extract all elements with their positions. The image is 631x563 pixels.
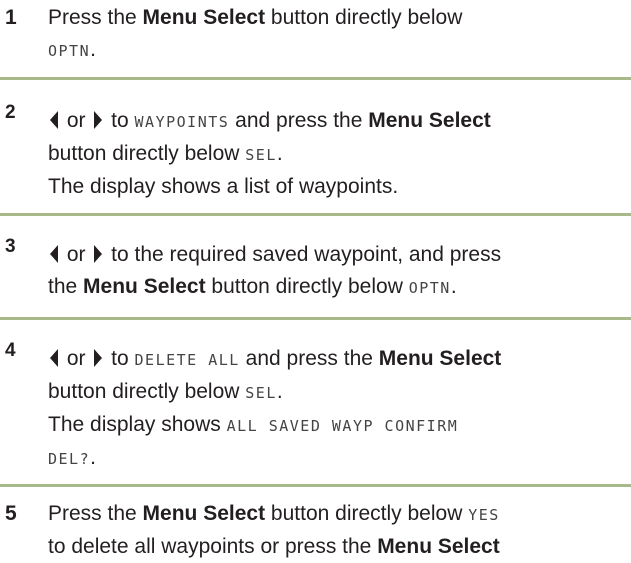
text: . [90, 446, 96, 469]
step-text: or to WAYPOINTS and press the Menu Selec… [48, 105, 625, 203]
menu-select-label: Menu Select [142, 6, 266, 29]
separator [0, 77, 631, 80]
text: The display shows a list of waypoints. [48, 175, 399, 198]
text: to [105, 347, 135, 370]
left-arrow-icon [50, 111, 58, 129]
step-number: 2 [5, 102, 16, 123]
text: and press the [229, 109, 369, 132]
menu-select-label: Menu Select [368, 109, 491, 132]
right-arrow-icon [94, 349, 103, 367]
step-text: or to the required saved waypoint, and p… [48, 239, 625, 304]
separator [0, 213, 631, 216]
lcd-text: ALL SAVED WAYP CONFIRM [226, 417, 459, 435]
text: button directly below [48, 142, 246, 165]
text: button directly below [48, 380, 246, 403]
menu-select-label: Menu Select [378, 347, 502, 370]
lcd-text: OPTN [48, 42, 91, 60]
text: the [48, 275, 84, 298]
text: Press the [48, 6, 143, 29]
text: and press the [239, 347, 379, 370]
text: button directly below [205, 275, 409, 298]
text: to delete all waypoints or press the [48, 535, 378, 558]
text: . [450, 275, 457, 298]
lcd-text: DEL? [48, 450, 91, 468]
separator [0, 317, 631, 320]
menu-select-label: Menu Select [83, 275, 206, 298]
text: to [105, 109, 135, 132]
right-arrow-icon [94, 245, 103, 263]
menu-select-label: Menu Select [142, 502, 266, 525]
lcd-text: WAYPOINTS [134, 113, 230, 131]
step-text: or to DELETE ALL and press the Menu Sele… [48, 343, 625, 475]
text: button directly below [265, 6, 463, 29]
text: . [276, 380, 283, 403]
lcd-text: OPTN [408, 279, 451, 297]
lcd-text: SEL [245, 384, 277, 402]
text: Press the [48, 502, 143, 525]
text: or [61, 243, 92, 266]
step-text: Press the Menu Select button directly be… [48, 498, 625, 563]
text: button directly below [265, 502, 469, 525]
lcd-text: YES [468, 506, 500, 524]
left-arrow-icon [50, 245, 58, 263]
menu-select-label: Menu Select [377, 535, 500, 558]
step-number: 4 [5, 340, 16, 361]
separator [0, 484, 631, 487]
left-arrow-icon [50, 349, 58, 367]
lcd-text: SEL [245, 146, 277, 164]
lcd-text: DELETE ALL [134, 351, 240, 369]
right-arrow-icon [94, 111, 103, 129]
text: . [90, 38, 96, 61]
text: to the required saved waypoint, and pres… [105, 243, 502, 266]
text: . [276, 142, 283, 165]
text: or [61, 347, 92, 370]
step-number: 1 [5, 6, 17, 29]
step-number: 5 [5, 502, 17, 525]
text: The display shows [48, 413, 227, 436]
step-number: 3 [5, 236, 16, 257]
step-text: Press the Menu Select button directly be… [48, 2, 625, 67]
text: or [61, 109, 92, 132]
